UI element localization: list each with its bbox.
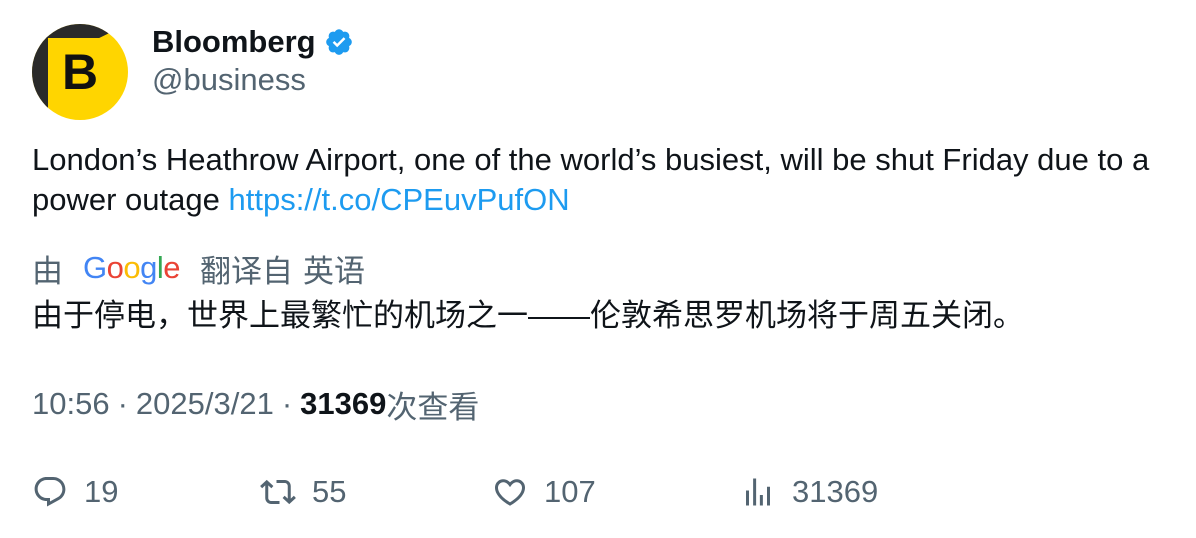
avatar-letter: B <box>61 44 99 100</box>
like-button[interactable]: 107 <box>492 470 596 514</box>
translation-source-language: 英语 <box>303 253 366 289</box>
retweet-count: 55 <box>312 474 347 509</box>
views-label: 次查看 <box>386 389 480 425</box>
author-display-name[interactable]: Bloomberg <box>152 24 316 60</box>
retweet-button[interactable]: 55 <box>260 470 346 514</box>
reply-count: 19 <box>84 474 119 509</box>
meta-separator: · <box>117 386 128 421</box>
translated-text: 由于停电，世界上最繁忙的机场之一——伦敦希思罗机场将于周五关闭。 <box>32 298 1024 333</box>
translation-attribution: 由 Google 翻译自 英语 <box>32 246 365 290</box>
views-count: 31369 <box>300 386 387 421</box>
tweet-link[interactable]: https://t.co/CPEuvPufON <box>228 182 569 217</box>
like-count: 107 <box>544 474 596 509</box>
author-name-row: Bloomberg <box>152 20 354 64</box>
avatar[interactable]: B <box>32 24 128 120</box>
views-action-count: 31369 <box>792 474 879 509</box>
tweet-text: London’s Heathrow Airport, one of the wo… <box>32 140 1172 220</box>
reply-icon <box>34 477 66 507</box>
author-handle[interactable]: @business <box>152 62 306 98</box>
tweet-meta: 10:56 · 2025/3/21 · 31369 次查看 <box>32 382 479 426</box>
tweet-time[interactable]: 10:56 <box>32 386 110 422</box>
views-button[interactable]: 31369 <box>740 470 878 514</box>
reply-button[interactable]: 19 <box>32 470 118 514</box>
tweet-actions: 19 55 107 31369 <box>32 470 1172 514</box>
retweet-icon <box>260 479 296 505</box>
verified-badge-icon[interactable] <box>324 27 354 57</box>
translation-prefix: 由 <box>32 253 63 289</box>
heart-icon <box>494 479 526 506</box>
tweet-text-body: London’s Heathrow Airport, one of the wo… <box>32 142 1150 217</box>
tweet-date[interactable]: 2025/3/21 <box>136 386 274 422</box>
meta-separator: · <box>281 386 293 421</box>
translation-from-label: 翻译自 <box>200 253 294 289</box>
google-logo-icon: Google <box>83 250 181 285</box>
analytics-icon <box>746 478 770 506</box>
